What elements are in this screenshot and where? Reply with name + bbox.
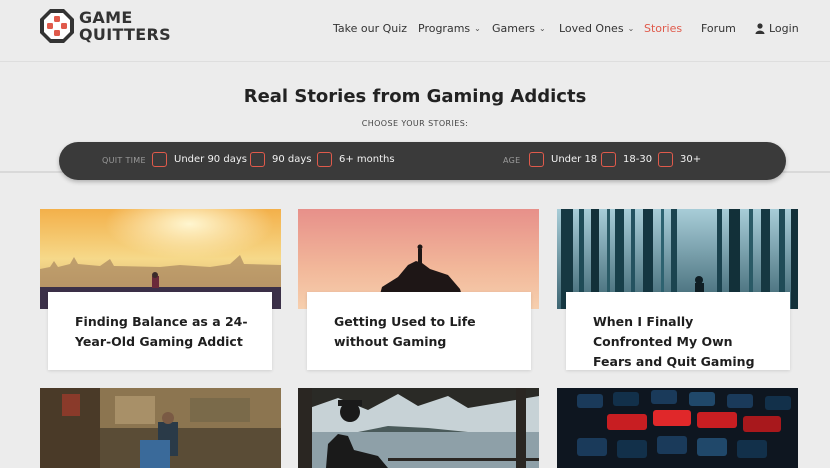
filter-option-label: Under 18 — [551, 154, 598, 165]
filter-30-plus[interactable]: 30+ — [658, 152, 701, 167]
site-header: GAME QUITTERS Take our Quiz Programs ⌄ G… — [0, 0, 830, 62]
checkbox[interactable] — [152, 152, 167, 167]
checkbox[interactable] — [601, 152, 616, 167]
filter-option-label: 18-30 — [623, 154, 653, 165]
quit-time-label: QUIT TIME — [102, 156, 146, 165]
story-image-kitchen[interactable] — [40, 388, 281, 468]
checkbox[interactable] — [317, 152, 332, 167]
nav-take-quiz-label: Take our Quiz — [333, 22, 408, 35]
chevron-down-icon: ⌄ — [539, 24, 546, 33]
brand-wordmark: GAME QUITTERS — [79, 9, 171, 43]
gamepad-logo-icon — [39, 8, 75, 44]
brand-line-1: GAME — [79, 8, 133, 27]
checkbox[interactable] — [250, 152, 265, 167]
filter-option-label: 6+ months — [339, 154, 395, 165]
nav-loved-ones[interactable]: Loved Ones ⌄ — [559, 22, 634, 35]
page-title: Real Stories from Gaming Addicts — [243, 86, 587, 107]
nav-stories-label: Stories — [644, 22, 683, 35]
nav-programs-label: Programs — [418, 22, 471, 35]
checkbox[interactable] — [529, 152, 544, 167]
nav-stories[interactable]: Stories — [644, 22, 682, 35]
story-filter-bar: QUIT TIME Under 90 days 90 days 6+ month… — [59, 142, 786, 180]
filter-option-label: 30+ — [680, 154, 702, 165]
brand-logo[interactable]: GAME QUITTERS — [39, 8, 171, 44]
brand-line-2: QUITTERS — [79, 25, 171, 44]
story-card[interactable]: Finding Balance as a 24-Year-Old Gaming … — [48, 292, 272, 370]
story-card[interactable]: Getting Used to Life without Gaming — [307, 292, 531, 370]
filter-option-label: Under 90 days — [174, 154, 247, 165]
nav-forum-label: Forum — [701, 22, 736, 35]
nav-gamers-label: Gamers — [492, 22, 536, 35]
filter-option-label: 90 days — [272, 154, 312, 165]
filter-6-plus-months[interactable]: 6+ months — [317, 152, 395, 167]
story-title[interactable]: Finding Balance as a 24-Year-Old Gaming … — [75, 312, 254, 352]
nav-forum[interactable]: Forum — [701, 22, 736, 35]
filter-under-90-days[interactable]: Under 90 days — [152, 152, 247, 167]
story-title[interactable]: Getting Used to Life without Gaming — [334, 312, 513, 352]
chevron-down-icon: ⌄ — [627, 24, 635, 33]
nav-programs[interactable]: Programs ⌄ — [418, 22, 481, 35]
filter-90-days[interactable]: 90 days — [250, 152, 312, 167]
nav-login[interactable]: Login — [755, 22, 799, 35]
nav-take-quiz[interactable]: Take our Quiz — [333, 22, 407, 35]
filter-18-30[interactable]: 18-30 — [601, 152, 652, 167]
story-image-seaside[interactable] — [298, 388, 539, 468]
user-icon — [755, 23, 765, 34]
nav-loved-ones-label: Loved Ones — [559, 22, 624, 35]
story-title[interactable]: When I Finally Confronted My Own Fears a… — [593, 312, 772, 372]
page-subtitle: CHOOSE YOUR STORIES: — [361, 119, 469, 128]
age-label: AGE — [503, 156, 521, 165]
checkbox[interactable] — [658, 152, 673, 167]
chevron-down-icon: ⌄ — [474, 24, 481, 33]
nav-gamers[interactable]: Gamers ⌄ — [492, 22, 546, 35]
filter-under-18[interactable]: Under 18 — [529, 152, 597, 167]
story-image-keyboard[interactable] — [557, 388, 798, 468]
nav-login-label: Login — [769, 22, 799, 35]
story-card[interactable]: When I Finally Confronted My Own Fears a… — [566, 292, 790, 370]
